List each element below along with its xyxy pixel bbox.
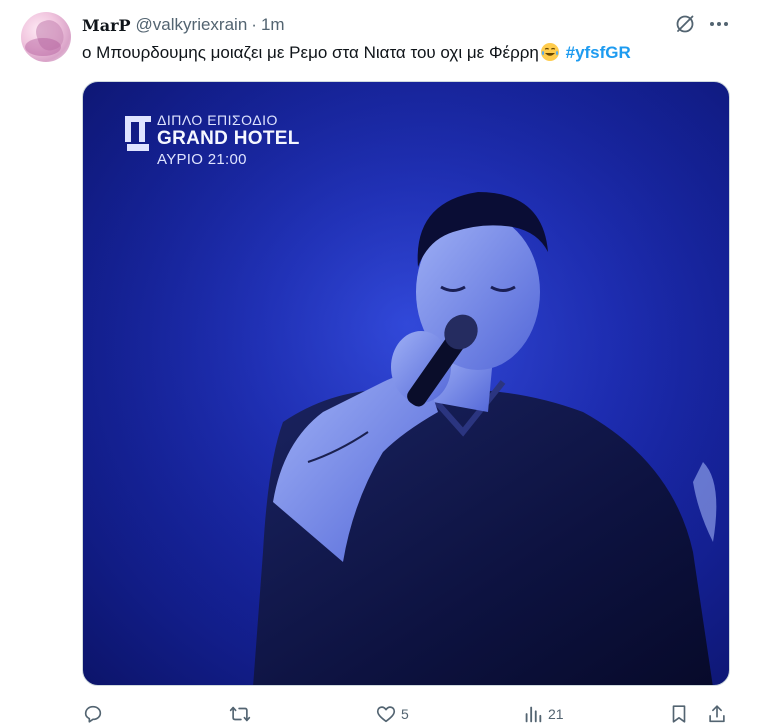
bookmark-icon [672, 705, 686, 723]
views-button[interactable]: 21 [522, 703, 564, 725]
like-count: 5 [401, 706, 409, 722]
timestamp[interactable]: 1m [261, 15, 285, 35]
user-handle[interactable]: @valkyriexrain [136, 15, 248, 35]
overlay-top-text: ΔΙΠΛΟ ΕΠΙΣΟΔΙΟ [157, 112, 278, 128]
tweet-text: ο Μπουρδουμης μοιαζει με Ρεμο στα Νιατα … [82, 42, 631, 64]
avatar-shape [25, 38, 61, 56]
views-bar-chart-icon [525, 706, 542, 723]
views-count: 21 [548, 706, 564, 722]
tweet-body: ο Μπουρδουμης μοιαζει με Ρεμο στα Νιατα … [82, 43, 539, 62]
share-button[interactable] [706, 703, 728, 725]
more-options-icon[interactable] [707, 12, 731, 36]
reply-icon [84, 705, 102, 723]
retweet-button[interactable] [229, 703, 255, 725]
avatar[interactable] [21, 12, 71, 62]
display-name[interactable]: MarP [82, 16, 131, 35]
reply-button[interactable] [82, 703, 108, 725]
tweet-actions: 5 21 [82, 703, 732, 727]
like-button[interactable]: 5 [375, 703, 409, 725]
heart-icon [376, 706, 396, 723]
tweet-header: MarP @valkyriexrain · 1m [82, 14, 285, 36]
performer-illustration [83, 82, 729, 685]
tweet[interactable]: MarP @valkyriexrain · 1m ο Μπουρδουμης μ… [0, 0, 782, 728]
bookmark-button[interactable] [668, 703, 690, 725]
overlay-title: GRAND HOTEL [157, 128, 300, 149]
retweet-icon [229, 706, 251, 722]
tweet-media-image[interactable]: ΔΙΠΛΟ ΕΠΙΣΟΔΙΟ GRAND HOTEL ΑΥΡΙΟ 21:00 [82, 81, 730, 686]
grok-icon[interactable] [673, 12, 697, 36]
face-with-tears-of-joy-icon [540, 43, 559, 61]
channel-logo-icon [125, 116, 151, 151]
separator-dot: · [251, 15, 257, 34]
share-icon [709, 705, 725, 723]
hashtag-link[interactable]: #yfsfGR [566, 43, 631, 62]
overlay-time: ΑΥΡΙΟ 21:00 [157, 151, 247, 168]
